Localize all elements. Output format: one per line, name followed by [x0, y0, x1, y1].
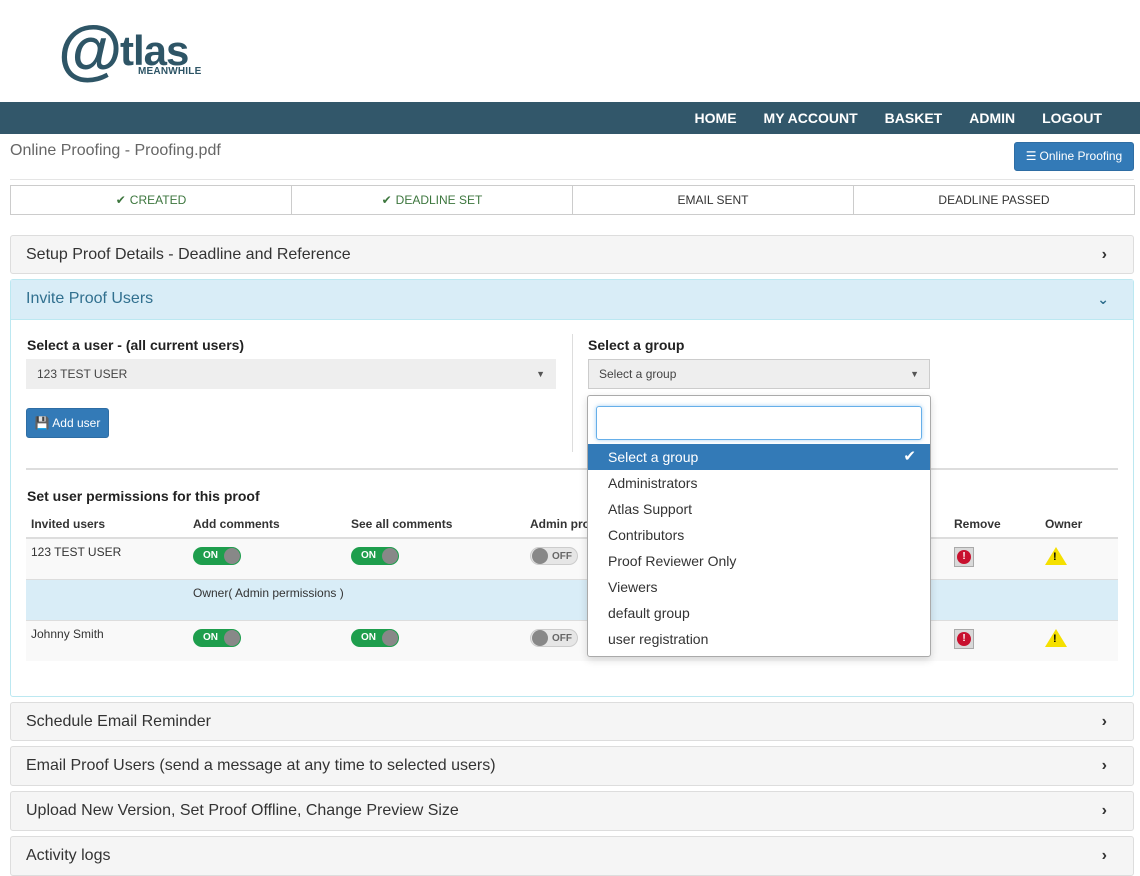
group-option-administrators[interactable]: Administrators	[588, 470, 930, 496]
select-user-label: Select a user - (all current users)	[27, 337, 245, 353]
panel-setup-title: Setup Proof Details - Deadline and Refer…	[26, 246, 351, 263]
nav-my-account[interactable]: MY ACCOUNT	[764, 102, 858, 134]
see-all-comments-toggle[interactable]: ON	[351, 547, 399, 565]
chevron-right-icon: ›	[1101, 757, 1107, 774]
select-user-value: 123 TEST USER	[37, 367, 128, 381]
table-row: 123 TEST USER ON ON OFF ! !	[26, 537, 1118, 579]
panel-schedule-title: Schedule Email Reminder	[26, 713, 211, 730]
admin-proof-toggle[interactable]: OFF	[530, 547, 578, 565]
select-group-value: Select a group	[599, 367, 677, 381]
add-comments-toggle[interactable]: ON	[193, 628, 241, 647]
list-icon: ☰	[1025, 149, 1037, 163]
invited-user-name: Johnny Smith	[26, 619, 188, 661]
logo-mark: @	[58, 12, 122, 86]
panel-schedule-email-reminder[interactable]: Schedule Email Reminder ›	[10, 702, 1134, 741]
panel-upload-new-version[interactable]: Upload New Version, Set Proof Offline, C…	[10, 791, 1134, 831]
online-proofing-label: Online Proofing	[1039, 149, 1123, 163]
chevron-right-icon: ›	[1101, 713, 1107, 730]
select-group-dropdown[interactable]: Select a group ▼	[588, 359, 930, 389]
add-user-label: Add user	[52, 416, 101, 430]
caret-down-icon: ▼	[536, 369, 545, 379]
chevron-right-icon: ›	[1101, 246, 1107, 263]
check-icon: ✔	[903, 448, 916, 465]
nav-home[interactable]: HOME	[695, 102, 737, 134]
caret-down-icon: ▼	[910, 369, 919, 379]
select-user-dropdown[interactable]: 123 TEST USER ▼	[26, 359, 556, 389]
toggle-state: ON	[361, 550, 376, 561]
panel-setup-proof-details[interactable]: Setup Proof Details - Deadline and Refer…	[10, 235, 1134, 274]
toggle-state: ON	[361, 631, 376, 643]
col-invited-users: Invited users	[26, 510, 188, 539]
admin-proof-toggle[interactable]: OFF	[530, 628, 578, 647]
chevron-right-icon: ›	[1101, 847, 1107, 864]
group-option-default-group[interactable]: default group	[588, 600, 930, 626]
step-created-label: CREATED	[129, 193, 187, 207]
page-title: Online Proofing - Proofing.pdf	[10, 142, 221, 159]
permissions-title: Set user permissions for this proof	[27, 488, 260, 504]
col-owner: Owner	[1040, 510, 1118, 539]
nav-logout[interactable]: LOGOUT	[1042, 102, 1102, 134]
add-comments-toggle[interactable]: ON	[193, 547, 241, 565]
panel-email-title: Email Proof Users (send a message at any…	[26, 757, 496, 774]
col-add-comments: Add comments	[188, 510, 346, 539]
col-see-all-comments: See all comments	[346, 510, 525, 539]
group-option-viewers[interactable]: Viewers	[588, 574, 930, 600]
save-icon: 💾	[34, 416, 50, 430]
group-search-input[interactable]	[596, 406, 922, 440]
invited-user-name: 123 TEST USER	[26, 537, 188, 579]
toggle-state: ON	[203, 631, 218, 643]
check-icon: ✔	[381, 193, 392, 207]
group-option-atlas-support[interactable]: Atlas Support	[588, 496, 930, 522]
panel-invite-title: Invite Proof Users	[26, 290, 154, 307]
step-deadline-set: ✔ DEADLINE SET	[291, 185, 573, 215]
step-deadline-set-label: DEADLINE SET	[395, 193, 483, 207]
remove-user-icon[interactable]: !	[954, 628, 974, 649]
see-all-comments-toggle[interactable]: ON	[351, 628, 399, 647]
panel-activity-logs[interactable]: Activity logs ›	[10, 836, 1134, 876]
nav-admin[interactable]: ADMIN	[969, 102, 1015, 134]
proof-status-steps: ✔ CREATED ✔ DEADLINE SET EMAIL SENT DEADLI…	[10, 185, 1135, 215]
select-group-label: Select a group	[588, 337, 685, 353]
step-deadline-passed: DEADLINE PASSED	[853, 185, 1135, 215]
panel-logs-title: Activity logs	[26, 847, 111, 864]
remove-user-icon[interactable]: !	[954, 547, 974, 567]
column-divider	[572, 334, 573, 452]
chevron-down-icon: ⌄	[1097, 291, 1109, 307]
group-option-select-a-group[interactable]: Select a group ✔	[588, 444, 930, 470]
group-option-user-registration[interactable]: user registration	[588, 626, 930, 652]
toggle-state: ON	[203, 550, 218, 561]
chevron-right-icon: ›	[1101, 802, 1107, 819]
table-row: Johnny Smith ON ON OFF ! !	[26, 619, 1118, 661]
check-icon: ✔	[115, 193, 126, 207]
table-row-owner-note: Owner( Admin permissions )	[26, 578, 1118, 620]
logo-subtitle: MEANWHILE	[138, 66, 202, 77]
panel-email-proof-users[interactable]: Email Proof Users (send a message at any…	[10, 746, 1134, 786]
toggle-state: OFF	[552, 551, 572, 562]
divider	[10, 179, 1134, 180]
atlas-logo: @ tlas MEANWHILE	[58, 16, 208, 86]
section-divider	[26, 468, 1118, 470]
group-dropdown-menu: Select a group ✔ Administrators Atlas Sup…	[587, 395, 931, 657]
col-remove: Remove	[949, 510, 1040, 539]
table-header-row: Invited users Add comments See all comme…	[26, 510, 1118, 539]
group-option-contributors[interactable]: Contributors	[588, 522, 930, 548]
owner-warning-icon[interactable]: !	[1045, 547, 1067, 565]
owner-warning-icon[interactable]: !	[1045, 628, 1067, 647]
step-email-sent: EMAIL SENT	[572, 185, 854, 215]
add-user-button[interactable]: 💾 Add user	[26, 408, 109, 438]
invite-panel-header[interactable]: Invite Proof Users ⌄	[11, 280, 1133, 320]
panel-upload-title: Upload New Version, Set Proof Offline, C…	[26, 802, 459, 819]
permissions-table: Invited users Add comments See all comme…	[26, 510, 1118, 661]
nav-basket[interactable]: BASKET	[885, 102, 943, 134]
step-created: ✔ CREATED	[10, 185, 292, 215]
group-option-proof-reviewer-only[interactable]: Proof Reviewer Only	[588, 548, 930, 574]
online-proofing-button[interactable]: ☰ Online Proofing	[1014, 142, 1134, 171]
top-navbar: HOME MY ACCOUNT BASKET ADMIN LOGOUT	[0, 102, 1140, 134]
toggle-state: OFF	[552, 632, 572, 644]
